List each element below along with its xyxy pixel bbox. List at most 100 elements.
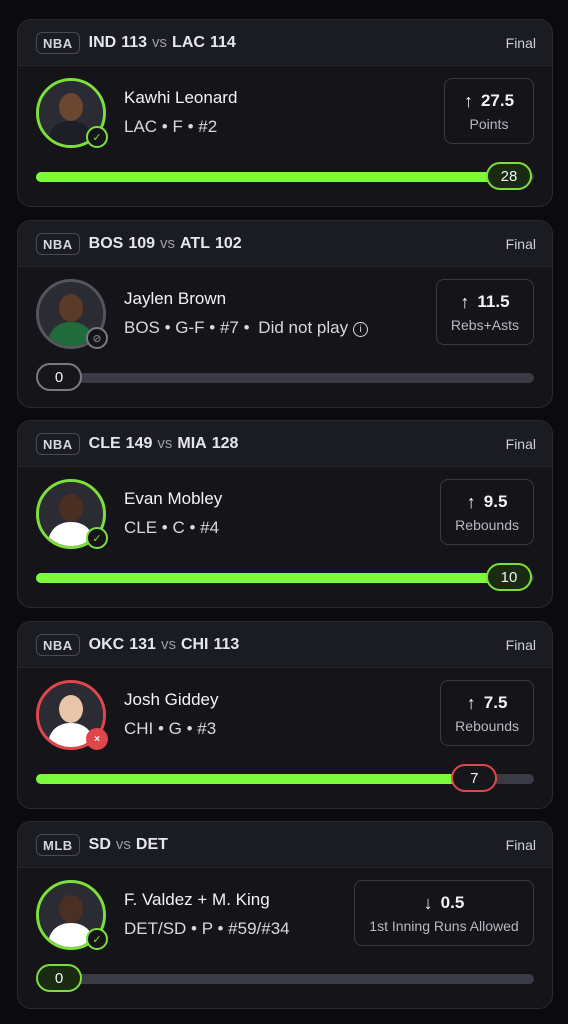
- projection-box[interactable]: ↓ 0.5 1st Inning Runs Allowed: [354, 880, 534, 946]
- pick-body: × Josh Giddey CHI • G • #3 ↑ 7.5 Rebound…: [18, 668, 552, 808]
- projection-box[interactable]: ↑ 27.5 Points: [444, 78, 534, 144]
- pick-card[interactable]: NBA OKC 131 vs CHI 113 Final × Josh Gidd…: [17, 621, 553, 809]
- pick-body: ✓ Kawhi Leonard LAC • F • #2 ↑ 27.5 Poin…: [18, 66, 552, 206]
- vs-label: vs: [115, 835, 131, 853]
- progress-fill: [36, 774, 498, 784]
- game-header: NBA OKC 131 vs CHI 113 Final: [18, 622, 552, 668]
- progress-fill: [36, 172, 532, 182]
- pick-card[interactable]: NBA CLE 149 vs MIA 128 Final ✓ Evan Mobl…: [17, 420, 553, 608]
- game-status: Final: [505, 435, 536, 452]
- player-avatar[interactable]: ✓: [36, 479, 108, 549]
- matchup: BOS 109 vs ATL 102: [89, 235, 242, 253]
- direction-arrow-icon: ↑: [466, 491, 476, 512]
- line-value: 7.5: [483, 693, 508, 712]
- league-badge: NBA: [36, 432, 80, 455]
- line-value-row: ↑ 7.5: [467, 693, 508, 714]
- line-value: 9.5: [483, 492, 508, 511]
- line-value-row: ↑ 27.5: [464, 91, 514, 112]
- player-meta: BOS • G-F • #7 • Did not play i: [124, 318, 369, 338]
- progress-fill: [36, 573, 532, 583]
- player-team-position: LAC • F • #2: [124, 117, 218, 136]
- result-value: 28: [486, 162, 532, 190]
- matchup: SD vs DET: [89, 836, 168, 854]
- player-avatar[interactable]: ✓: [36, 880, 108, 950]
- pick-card[interactable]: NBA BOS 109 vs ATL 102 Final ⊘ Jaylen Br…: [17, 220, 553, 408]
- game-status: Final: [505, 34, 536, 51]
- home-team: CHI: [180, 635, 209, 653]
- away-team: CLE: [88, 434, 121, 452]
- home-team: MIA: [177, 434, 207, 452]
- home-score: 113: [213, 635, 240, 653]
- vs-label: vs: [157, 434, 173, 452]
- player-name[interactable]: Evan Mobley: [124, 489, 222, 509]
- vs-label: vs: [152, 33, 168, 51]
- direction-arrow-icon: ↑: [466, 692, 476, 713]
- away-team: SD: [88, 835, 111, 853]
- progress-track: [36, 573, 534, 583]
- pick-body: ⊘ Jaylen Brown BOS • G-F • #7 • Did not …: [18, 267, 552, 407]
- game-header: NBA BOS 109 vs ATL 102 Final: [18, 221, 552, 267]
- line-value-row: ↓ 0.5: [424, 893, 465, 914]
- pick-card[interactable]: NBA IND 113 vs LAC 114 Final ✓ Kawhi Leo…: [17, 19, 553, 207]
- line-value-row: ↑ 9.5: [467, 492, 508, 513]
- stat-type: Points: [469, 115, 509, 132]
- game-status: Final: [505, 235, 536, 252]
- pick-body: ✓ Evan Mobley CLE • C • #4 ↑ 9.5 Rebound…: [18, 467, 552, 607]
- home-score: 114: [209, 33, 236, 51]
- player-meta: CLE • C • #4: [124, 518, 219, 538]
- line-value: 27.5: [480, 91, 515, 110]
- away-score: 131: [129, 635, 156, 653]
- player-name[interactable]: Josh Giddey: [124, 690, 219, 710]
- stat-type: Rebounds: [455, 516, 519, 533]
- player-avatar[interactable]: ⊘: [36, 279, 108, 349]
- league-badge: NBA: [36, 633, 80, 656]
- status-badge-icon: ×: [86, 728, 108, 750]
- game-status: Final: [505, 836, 536, 853]
- player-team-position: BOS • G-F • #7 •: [124, 318, 250, 337]
- player-team-position: CHI • G • #3: [124, 719, 217, 738]
- stat-type: 1st Inning Runs Allowed: [369, 917, 519, 934]
- game-header: MLB SD vs DET Final: [18, 822, 552, 868]
- player-name[interactable]: F. Valdez + M. King: [124, 890, 270, 910]
- home-team: LAC: [172, 33, 205, 51]
- line-value: 11.5: [477, 292, 510, 311]
- home-score: 102: [214, 234, 242, 252]
- info-icon[interactable]: i: [353, 322, 369, 337]
- projection-box[interactable]: ↑ 9.5 Rebounds: [440, 479, 534, 545]
- status-badge-icon: ✓: [86, 126, 108, 148]
- status-badge-icon: ✓: [86, 928, 108, 950]
- player-avatar[interactable]: ×: [36, 680, 108, 750]
- away-team: OKC: [88, 635, 125, 653]
- away-score: 149: [125, 434, 153, 452]
- league-badge: NBA: [36, 232, 80, 255]
- player-name[interactable]: Jaylen Brown: [124, 289, 226, 309]
- direction-arrow-icon: ↑: [460, 291, 470, 312]
- home-team: ATL: [180, 234, 210, 252]
- away-team: IND: [88, 33, 117, 51]
- player-avatar[interactable]: ✓: [36, 78, 108, 148]
- direction-arrow-icon: ↑: [463, 90, 473, 111]
- vs-label: vs: [160, 234, 176, 252]
- direction-arrow-icon: ↓: [423, 892, 433, 913]
- home-team: DET: [135, 835, 168, 853]
- projection-box[interactable]: ↑ 11.5 Rebs+Asts: [435, 279, 534, 345]
- player-team-position: DET/SD • P • #59/#34: [124, 919, 290, 938]
- away-score: 109: [128, 234, 156, 252]
- status-badge-icon: ✓: [86, 527, 108, 549]
- matchup: IND 113 vs LAC 114: [89, 34, 236, 52]
- league-badge: MLB: [36, 833, 80, 856]
- game-header: NBA CLE 149 vs MIA 128 Final: [18, 421, 552, 467]
- did-not-play-label: Did not play: [258, 318, 349, 337]
- player-meta: DET/SD • P • #59/#34: [124, 919, 290, 939]
- result-value: 7: [451, 764, 498, 792]
- matchup: OKC 131 vs CHI 113: [89, 636, 240, 654]
- player-name[interactable]: Kawhi Leonard: [124, 88, 237, 108]
- pick-body: ✓ F. Valdez + M. King DET/SD • P • #59/#…: [18, 868, 552, 1008]
- result-value: 0: [36, 363, 82, 391]
- status-badge-icon: ⊘: [86, 327, 108, 349]
- player-team-position: CLE • C • #4: [124, 518, 220, 537]
- progress-track: [36, 373, 534, 383]
- pick-card[interactable]: MLB SD vs DET Final ✓ F. Valdez + M. Kin…: [17, 821, 553, 1009]
- progress-track: [36, 974, 534, 984]
- projection-box[interactable]: ↑ 7.5 Rebounds: [440, 680, 534, 746]
